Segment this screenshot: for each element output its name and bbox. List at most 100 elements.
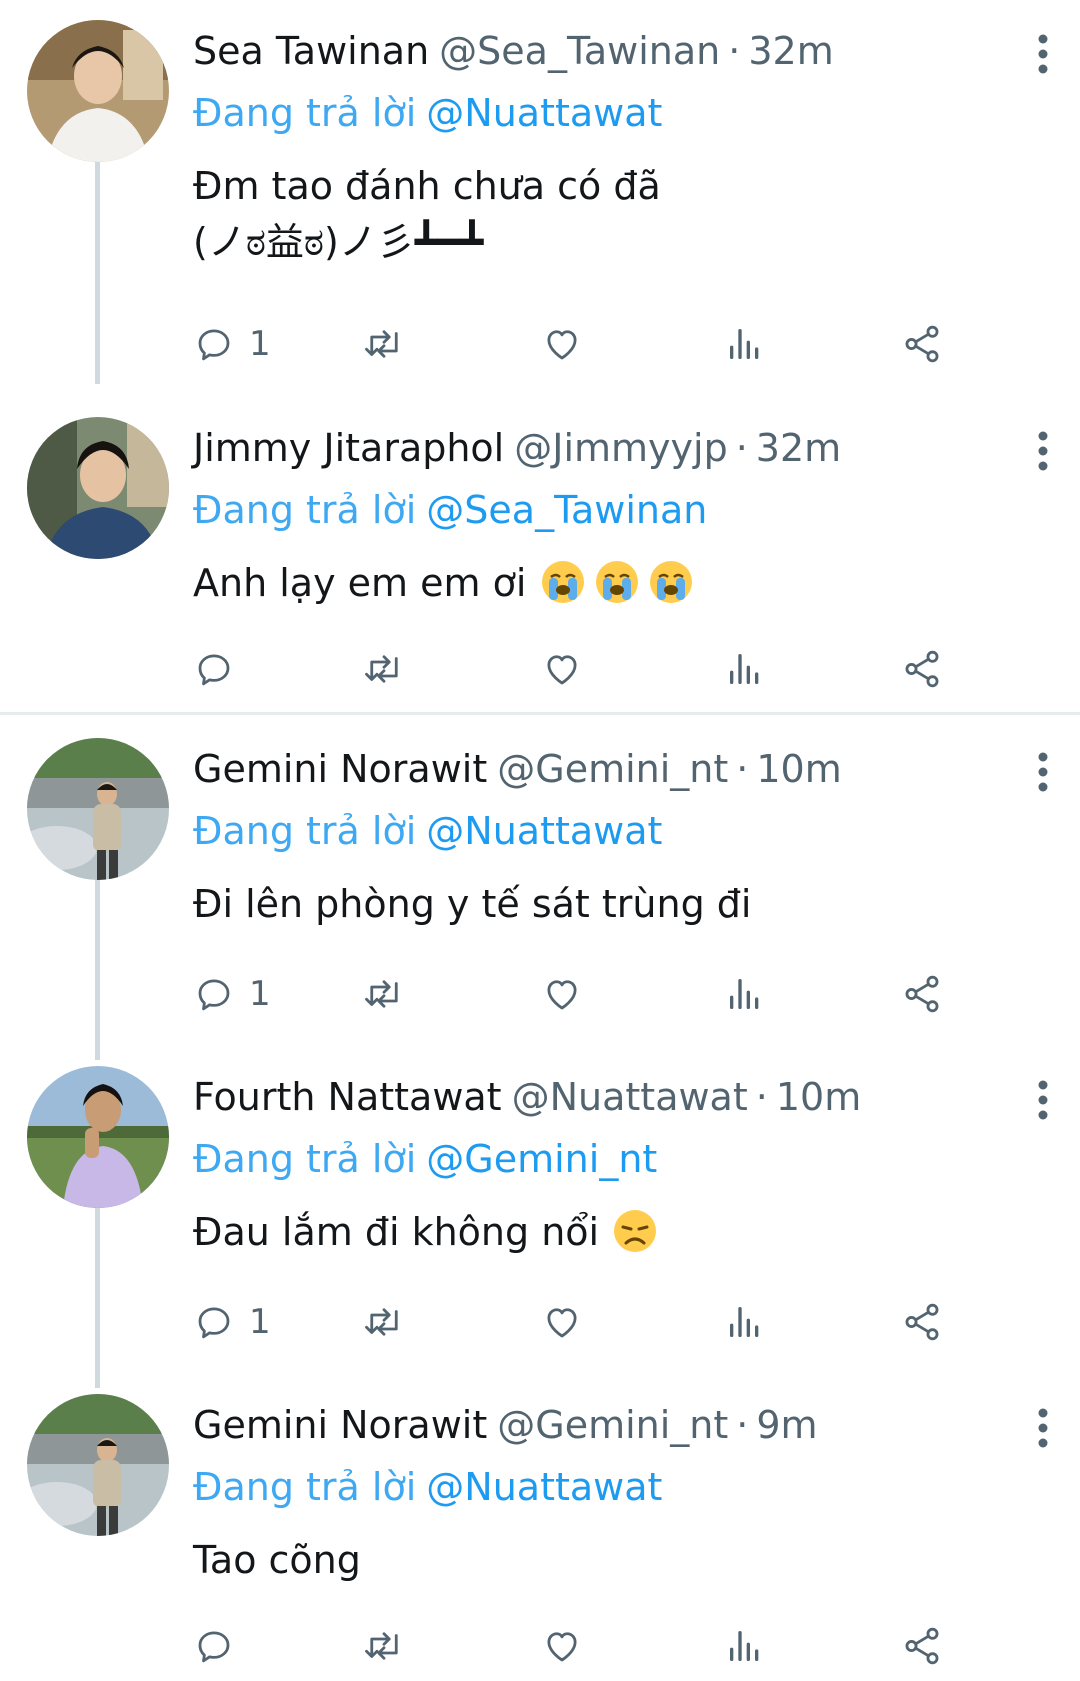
separator-dot: · <box>755 1075 768 1119</box>
crying-face-emoji <box>593 558 641 606</box>
action-bar <box>193 1616 1023 1676</box>
separator-dot: · <box>736 1403 749 1447</box>
action-bar <box>193 639 1023 699</box>
retweet-icon <box>361 1625 407 1667</box>
replying-to-label: Đang trả lời <box>193 809 417 853</box>
views-icon <box>725 648 765 690</box>
user-handle[interactable]: @Nuattawat <box>512 1075 748 1119</box>
replying-to-label: Đang trả lời <box>193 1137 417 1181</box>
share-button[interactable] <box>901 1616 943 1676</box>
replying-to-label: Đang trả lời <box>193 488 417 532</box>
more-options-icon[interactable] <box>1028 752 1058 792</box>
avatar[interactable] <box>27 1066 169 1208</box>
tweet-text: Đi lên phòng y tế sát trùng đi <box>193 882 752 926</box>
reply-icon <box>193 1301 235 1343</box>
share-icon <box>901 648 943 690</box>
display-name[interactable]: Gemini Norawit <box>193 1403 487 1447</box>
like-icon <box>541 973 583 1015</box>
timestamp[interactable]: 32m <box>756 426 841 470</box>
timestamp[interactable]: 32m <box>748 29 833 73</box>
tweet-text: Đau lắm đi không nổi <box>193 1204 1020 1260</box>
display-name[interactable]: Jimmy Jitaraphol <box>193 426 504 470</box>
replying-to-handle[interactable]: @Nuattawat <box>426 809 662 853</box>
like-icon <box>541 1625 583 1667</box>
avatar[interactable] <box>27 20 169 162</box>
timestamp[interactable]: 10m <box>756 747 841 791</box>
reply-icon <box>193 648 235 690</box>
action-bar: 1 <box>193 964 1023 1024</box>
share-button[interactable] <box>901 639 943 699</box>
views-icon <box>725 1301 765 1343</box>
timestamp[interactable]: 10m <box>776 1075 861 1119</box>
views-button[interactable] <box>725 964 765 1024</box>
reply-count: 1 <box>249 974 271 1014</box>
replying-to-handle[interactable]: @Sea_Tawinan <box>426 488 707 532</box>
avatar[interactable] <box>27 1394 169 1536</box>
replying-to-handle[interactable]: @Nuattawat <box>426 91 662 135</box>
views-button[interactable] <box>725 314 765 374</box>
views-button[interactable] <box>725 1292 765 1352</box>
user-handle[interactable]: @Gemini_nt <box>497 1403 728 1447</box>
display-name[interactable]: Fourth Nattawat <box>193 1075 502 1119</box>
tweet-text: Tao cõng <box>193 1538 361 1582</box>
timestamp[interactable]: 9m <box>756 1403 817 1447</box>
replying-to-handle[interactable]: @Nuattawat <box>426 1465 662 1509</box>
user-handle[interactable]: @Jimmyyjp <box>514 426 727 470</box>
separator-dot: · <box>728 29 741 73</box>
like-button[interactable] <box>541 964 583 1024</box>
user-handle[interactable]: @Sea_Tawinan <box>439 29 720 73</box>
views-button[interactable] <box>725 1616 765 1676</box>
share-button[interactable] <box>901 1292 943 1352</box>
tweet-text: Anh lạy em em ơi <box>193 555 1020 611</box>
like-icon <box>541 1301 583 1343</box>
like-button[interactable] <box>541 314 583 374</box>
thread-line <box>95 156 100 384</box>
retweet-button[interactable] <box>361 1292 407 1352</box>
separator-dot: · <box>736 747 749 791</box>
display-name[interactable]: Sea Tawinan <box>193 29 429 73</box>
reply-button[interactable] <box>193 639 249 699</box>
share-icon <box>901 973 943 1015</box>
share-button[interactable] <box>901 314 943 374</box>
views-icon <box>725 323 765 365</box>
more-options-icon[interactable] <box>1028 1408 1058 1448</box>
avatar[interactable] <box>27 417 169 559</box>
like-icon <box>541 648 583 690</box>
retweet-button[interactable] <box>361 639 407 699</box>
more-options-icon[interactable] <box>1028 1080 1058 1120</box>
tweet-text: Đm tao đánh chưa có đã (ノಠ益ಠ)ノ彡┻━┻ <box>193 164 661 264</box>
reply-button[interactable]: 1 <box>193 1292 271 1352</box>
share-button[interactable] <box>901 964 943 1024</box>
reply-button[interactable]: 1 <box>193 964 271 1024</box>
reply-feed: Sea Tawinan @Sea_Tawinan · 32m Đang trả lời… <box>0 0 1080 1681</box>
like-button[interactable] <box>541 639 583 699</box>
display-name[interactable]: Gemini Norawit <box>193 747 487 791</box>
tweet-text-content: Anh lạy em em ơi <box>193 561 539 605</box>
more-options-icon[interactable] <box>1028 34 1058 74</box>
retweet-button[interactable] <box>361 314 407 374</box>
share-icon <box>901 1625 943 1667</box>
retweet-button[interactable] <box>361 1616 407 1676</box>
views-button[interactable] <box>725 639 765 699</box>
reply-button[interactable] <box>193 1616 249 1676</box>
tweet-text-content: Đau lắm đi không nổi <box>193 1210 612 1254</box>
replying-to-label: Đang trả lời <box>193 1465 417 1509</box>
crying-face-emoji <box>647 558 695 606</box>
like-button[interactable] <box>541 1292 583 1352</box>
reply-count: 1 <box>249 324 271 364</box>
more-options-icon[interactable] <box>1028 431 1058 471</box>
avatar[interactable] <box>27 738 169 880</box>
like-button[interactable] <box>541 1616 583 1676</box>
action-bar: 1 <box>193 314 1023 374</box>
reply-button[interactable]: 1 <box>193 314 271 374</box>
views-icon <box>725 1625 765 1667</box>
retweet-button[interactable] <box>361 964 407 1024</box>
retweet-icon <box>361 973 407 1015</box>
reply-icon <box>193 323 235 365</box>
disappointed-face-emoji <box>611 1207 659 1255</box>
user-handle[interactable]: @Gemini_nt <box>497 747 728 791</box>
replying-to-label: Đang trả lời <box>193 91 417 135</box>
crying-face-emoji <box>539 558 587 606</box>
replying-to-handle[interactable]: @Gemini_nt <box>426 1137 657 1181</box>
reply-icon <box>193 973 235 1015</box>
